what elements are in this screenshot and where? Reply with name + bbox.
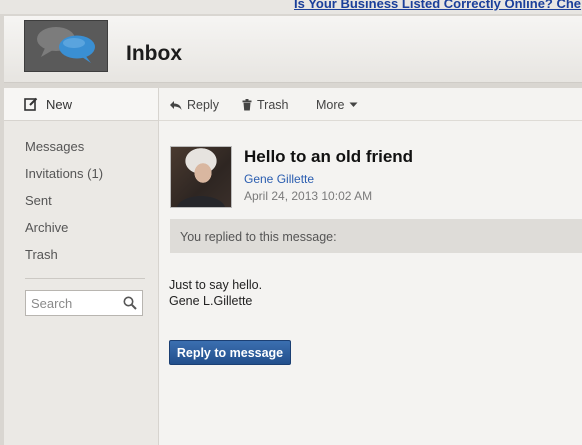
more-label: More bbox=[316, 98, 345, 112]
search-icon[interactable] bbox=[123, 296, 137, 310]
header: Inbox bbox=[4, 16, 582, 83]
trash-icon bbox=[242, 99, 252, 111]
reply-button[interactable]: Reply bbox=[169, 97, 219, 113]
trash-label: Trash bbox=[257, 98, 289, 112]
sidebar-divider bbox=[25, 278, 145, 279]
message-body-line: Just to say hello. bbox=[169, 278, 263, 292]
message-sender-link[interactable]: Gene Gillette bbox=[244, 172, 314, 186]
ad-link[interactable]: Is Your Business Listed Correctly Online… bbox=[294, 0, 581, 11]
sidebar-item-archive[interactable]: Archive bbox=[25, 219, 103, 246]
ad-strip: Is Your Business Listed Correctly Online… bbox=[0, 0, 582, 14]
compose-icon bbox=[24, 97, 38, 111]
replied-notice: You replied to this message: bbox=[180, 230, 337, 244]
sidebar-item-sent[interactable]: Sent bbox=[25, 192, 103, 219]
message-body: Just to say hello. Gene L.Gillette bbox=[169, 277, 262, 309]
search-input[interactable] bbox=[31, 294, 119, 312]
sidebar-item-trash[interactable]: Trash bbox=[25, 246, 103, 273]
new-label: New bbox=[46, 96, 73, 112]
message-subject: Hello to an old friend bbox=[244, 147, 414, 166]
message-body-line: Gene L.Gillette bbox=[169, 294, 253, 308]
reply-label: Reply bbox=[187, 98, 219, 112]
page: Is Your Business Listed Correctly Online… bbox=[0, 0, 582, 445]
trash-button[interactable]: Trash bbox=[242, 97, 289, 113]
search-box bbox=[25, 290, 143, 316]
message-pane: Reply Trash More Hello to an old friend … bbox=[159, 88, 582, 445]
sidebar-item-invitations[interactable]: Invitations (1) bbox=[25, 165, 103, 192]
new-message-button[interactable]: New bbox=[4, 88, 158, 121]
reply-to-message-button[interactable]: Reply to message bbox=[169, 340, 291, 365]
sidebar: New Messages Invitations (1) Sent Archiv… bbox=[4, 88, 159, 445]
more-dropdown[interactable]: More bbox=[316, 97, 358, 113]
message-date: April 24, 2013 10:02 AM bbox=[244, 189, 373, 203]
page-title: Inbox bbox=[126, 42, 182, 65]
sidebar-item-messages[interactable]: Messages bbox=[25, 138, 103, 165]
speech-bubbles-icon bbox=[24, 20, 108, 72]
sidebar-nav: Messages Invitations (1) Sent Archive Tr… bbox=[25, 138, 103, 273]
chevron-down-icon bbox=[349, 102, 358, 107]
replied-notice-bar: You replied to this message: bbox=[170, 219, 582, 253]
sender-avatar[interactable] bbox=[170, 146, 232, 208]
message-toolbar: Reply Trash More bbox=[159, 88, 582, 121]
reply-arrow-icon bbox=[170, 100, 182, 110]
